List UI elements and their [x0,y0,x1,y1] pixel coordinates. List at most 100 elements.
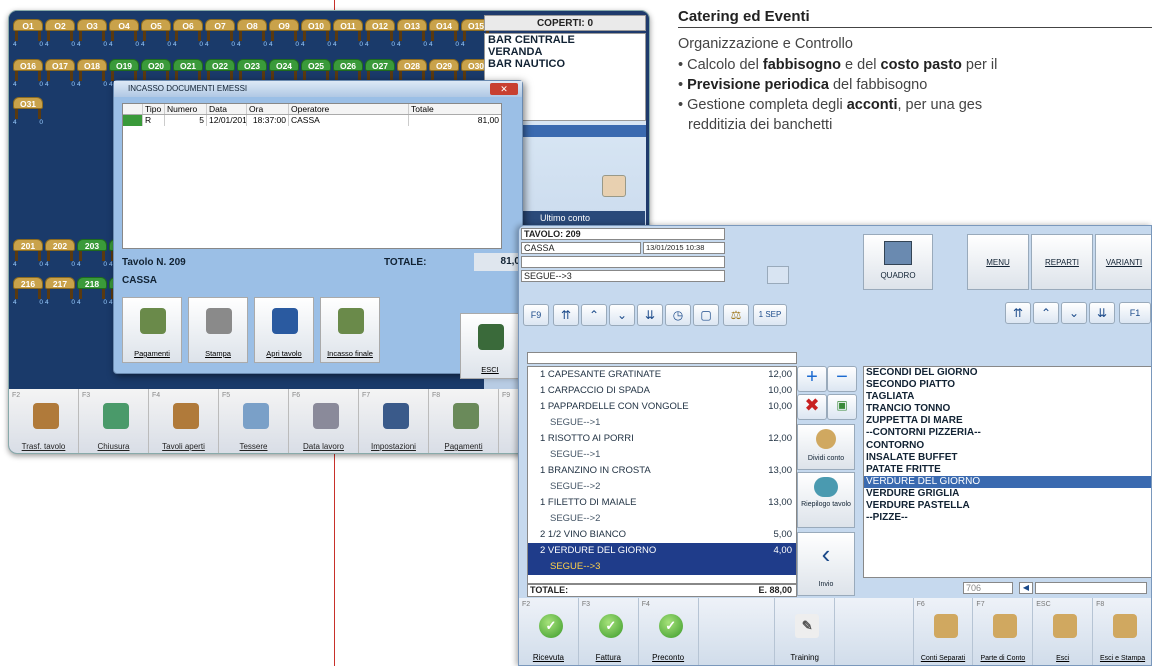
fkey-f3[interactable]: F3 Chiusura [79,389,149,453]
fkey-esc[interactable]: ESC Esci [1033,598,1094,665]
menu-item[interactable]: ZUPPETTA DI MARE [864,415,1151,427]
training-button[interactable]: ✎ Training [775,598,836,665]
order-row[interactable]: 1 BRANZINO IN CROSTA 13,00 [528,463,796,479]
fkey-f4[interactable]: F4 ✓ Preconto [639,598,699,665]
menu-item[interactable]: TRANCIO TONNO [864,403,1151,415]
order-row[interactable]: 1 PAPPARDELLE CON VONGOLE 10,00 [528,399,796,415]
f9-button[interactable]: F9 [523,304,549,326]
table-O9[interactable]: O9 4 0 [269,19,299,49]
clock-icon[interactable]: ◷ [665,304,691,326]
room-item[interactable]: BAR NAUTICO [485,58,645,70]
order-row[interactable]: 2 1/2 VINO BIANCO 5,00 [528,527,796,543]
scroll-top-icon[interactable]: ⇈ [1005,302,1031,324]
fkey-f2[interactable]: F2 ✓ Ricevuta [519,598,579,665]
menu-item[interactable]: PATATE FRITTE [864,464,1151,476]
code-field[interactable]: 706 [963,582,1013,594]
dialog-button[interactable]: Pagamenti [122,297,182,363]
f1-button[interactable]: F1 [1119,302,1151,324]
delete-icon[interactable]: ✖ [797,394,827,420]
table-O10[interactable]: O10 4 0 [301,19,331,49]
order-row[interactable]: 2 VERDURE DEL GIORNO 4,00 [528,543,796,559]
table-201[interactable]: 201 4 0 [13,239,43,269]
table-O16[interactable]: O16 4 0 [13,59,43,89]
order-row[interactable]: 1 FILETTO DI MAIALE 13,00 [528,495,796,511]
table-202[interactable]: 202 4 0 [45,239,75,269]
table-O3[interactable]: O3 4 0 [77,19,107,49]
table-O6[interactable]: O6 4 0 [173,19,203,49]
dividi-conto-button[interactable]: Dividi conto [797,424,855,470]
fkey-f3[interactable]: F3 ✓ Fattura [579,598,639,665]
esci-button[interactable]: ESCI [460,313,520,379]
order-row[interactable]: SEGUE-->1 [528,415,796,431]
order-row[interactable]: SEGUE-->1 [528,447,796,463]
order-row[interactable]: SEGUE-->2 [528,511,796,527]
chevron-up-icon[interactable]: ⌃ [581,304,607,326]
close-icon[interactable]: ✕ [490,83,518,95]
fkey-f4[interactable]: F4 Tavoli aperti [149,389,219,453]
dialog-button[interactable]: Stampa [188,297,248,363]
dialog-button[interactable]: Apri tavolo [254,297,314,363]
tab-reparti[interactable]: REPARTI [1031,234,1093,290]
menu-list[interactable]: SECONDI DEL GIORNO SECONDO PIATTO TAGLIATA… [863,366,1151,578]
room-item[interactable]: BAR CENTRALE [485,34,645,46]
course-select[interactable]: SEGUE-->3 [521,270,725,282]
menu-item[interactable]: VERDURE DEL GIORNO [864,475,1151,488]
table-O14[interactable]: O14 4 0 [429,19,459,49]
order-row[interactable]: SEGUE-->2 [528,479,796,495]
invio-button[interactable]: ‹ Invio [797,532,855,596]
minus-icon[interactable]: − [827,366,857,392]
fkey-f6[interactable]: F6 Data lavoro [289,389,359,453]
order-row[interactable]: 1 CAPESANTE GRATINATE 12,00 [528,367,796,383]
document-icon[interactable]: ▢ [693,304,719,326]
chevron-down-icon[interactable]: ⌄ [1061,302,1087,324]
receipt-icon[interactable] [602,175,626,197]
scroll-top-icon[interactable]: ⇈ [553,304,579,326]
tab-varianti[interactable]: VARIANTI [1095,234,1151,290]
separator-button[interactable]: 1 SEP [753,304,787,326]
fkey-f8[interactable]: F8 Pagamenti [429,389,499,453]
scale-icon[interactable]: ⚖ [723,304,749,326]
riepilogo-tavolo-button[interactable]: Riepilogo tavolo [797,472,855,528]
menu-item[interactable]: SECONDO PIATTO [864,379,1151,391]
fkey-f7[interactable]: F7 Parte di Conto [973,598,1034,665]
order-row[interactable]: SEGUE-->3 [528,559,796,575]
table-217[interactable]: 217 4 0 [45,277,75,307]
chevron-up-icon[interactable]: ⌃ [1033,302,1059,324]
order-row[interactable]: 1 CARPACCIO DI SPADA 10,00 [528,383,796,399]
fkey-f6[interactable]: F6 Conti Separati [914,598,974,665]
menu-item[interactable]: --PIZZE-- [864,512,1151,524]
order-row[interactable]: 1 RISOTTO AI PORRI 12,00 [528,431,796,447]
menu-item[interactable]: VERDURE PASTELLA [864,500,1151,512]
chevron-down-icon[interactable]: ⌄ [609,304,635,326]
menu-item[interactable]: VERDURE GRIGLIA [864,488,1151,500]
table-O13[interactable]: O13 4 0 [397,19,427,49]
calendar-icon[interactable] [767,266,789,284]
backspace-icon[interactable]: ◀ [1019,582,1033,594]
quadro-button[interactable]: QUADRO [863,234,933,290]
table-O1[interactable]: O1 4 0 [13,19,43,49]
scroll-bottom-icon[interactable]: ⇊ [1089,302,1115,324]
table-O17[interactable]: O17 4 0 [45,59,75,89]
table-O4[interactable]: O4 4 0 [109,19,139,49]
table-203[interactable]: 203 4 0 [77,239,107,269]
room-item[interactable]: VERANDA [485,46,645,58]
fkey-f8[interactable]: F8 Esci e Stampa [1093,598,1151,665]
table-216[interactable]: 216 4 0 [13,277,43,307]
order-list[interactable]: 1 CAPESANTE GRATINATE 12,00 1 CARPACCIO DI… [527,366,797,584]
menu-item[interactable]: CONTORNO [864,440,1151,452]
table-O2[interactable]: O2 4 0 [45,19,75,49]
fkey-f5[interactable]: F5 Tessere [219,389,289,453]
table-O7[interactable]: O7 4 0 [205,19,235,49]
plus-icon[interactable]: + [797,366,827,392]
blocks-icon[interactable]: ▣ [827,394,857,420]
table-O12[interactable]: O12 4 0 [365,19,395,49]
input-field[interactable] [1035,582,1147,594]
documents-grid[interactable]: Tipo Numero Data Ora Operatore Totale R … [122,103,502,249]
menu-item[interactable]: --CONTORNI PIZZERIA-- [864,427,1151,439]
scroll-bottom-icon[interactable]: ⇊ [637,304,663,326]
dialog-button[interactable]: Incasso finale [320,297,380,363]
fkey-f7[interactable]: F7 Impostazioni [359,389,429,453]
table-O5[interactable]: O5 4 0 [141,19,171,49]
table-O31[interactable]: O31 4 0 [13,97,43,127]
menu-item[interactable]: INSALATE BUFFET [864,452,1151,464]
